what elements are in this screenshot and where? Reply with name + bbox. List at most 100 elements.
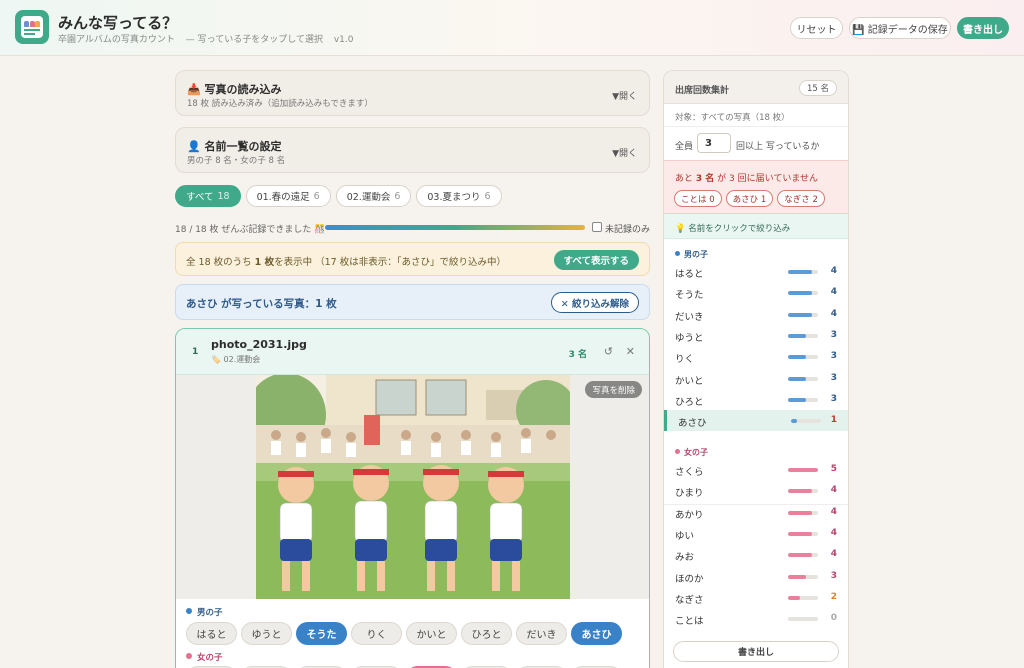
panel-export-button[interactable]: 書き出し	[673, 641, 839, 662]
count-row-name: ひろと	[675, 396, 704, 408]
panel-title: 出席回数集計	[675, 86, 730, 96]
count-row[interactable]: あさひ 1	[664, 410, 848, 432]
chip-hiroto[interactable]: ひろと	[461, 622, 512, 645]
tab-count: 18	[217, 190, 230, 202]
count-row-name: あかり	[675, 509, 704, 521]
warn-chip-asahi[interactable]: あさひ 1	[725, 190, 774, 207]
count-bar-fill	[788, 376, 806, 381]
count-row[interactable]: ほのか 3	[664, 566, 848, 587]
tab-count: 6	[313, 190, 320, 202]
tab-count: 6	[394, 190, 401, 202]
count-bar	[788, 531, 818, 536]
count-row[interactable]: はると 4	[664, 261, 848, 282]
count-value: 3	[830, 329, 837, 340]
names-card-title: 👤 名前一覧の設定	[187, 140, 282, 153]
count-row[interactable]: なぎさ 2	[664, 587, 848, 608]
count-value: 0	[830, 613, 837, 624]
count-bar-fill	[788, 333, 806, 338]
app-logo-icon	[15, 10, 49, 44]
tab-sports-day[interactable]: 02.運動会 6	[335, 185, 412, 207]
photo-tag: 🏷️ 02.運動会	[211, 355, 261, 364]
boy-dot-icon	[186, 608, 192, 614]
tab-summer-festival[interactable]: 03.夏まつり 6	[416, 185, 502, 207]
count-bar	[788, 617, 818, 622]
boys-label-text: 男の子	[197, 608, 223, 618]
count-bar	[788, 489, 818, 494]
rotate-icon[interactable]: ↺	[604, 345, 613, 358]
count-row-name: だいき	[675, 311, 704, 323]
clear-filter-button[interactable]: ✕ 絞り込み解除	[550, 292, 639, 313]
names-settings-card[interactable]: 👤 名前一覧の設定 男の子 8 名・女の子 8 名 ▼開く	[175, 127, 650, 173]
count-row[interactable]: ことは 0	[664, 608, 848, 629]
count-row[interactable]: ひろと 3	[664, 389, 848, 410]
count-value: 3	[830, 570, 837, 581]
count-row[interactable]: かいと 3	[664, 368, 848, 389]
chip-souta[interactable]: そうた	[296, 622, 347, 645]
warn-chip-kotoha[interactable]: ことは 0	[674, 190, 722, 207]
chip-riku[interactable]: りく	[351, 622, 402, 645]
reset-button[interactable]: リセット	[790, 17, 843, 39]
tab-label: 01.春の遠足	[256, 192, 310, 203]
girl-dot-icon	[675, 449, 680, 454]
photo-image[interactable]	[256, 375, 570, 599]
chip-asahi[interactable]: あさひ	[571, 622, 622, 645]
count-row[interactable]: みお 4	[664, 544, 848, 565]
unrecorded-only-checkbox[interactable]	[592, 222, 602, 232]
click-hint: 💡 名前をクリックで絞り込み	[664, 214, 848, 239]
unrecorded-only-label[interactable]: 未記録のみ	[605, 222, 650, 235]
chip-yuto[interactable]: ゆうと	[241, 622, 292, 645]
count-row[interactable]: あかり 4	[664, 502, 848, 523]
girls-label-text: 女の子	[197, 653, 223, 663]
chip-kaito[interactable]: かいと	[406, 622, 457, 645]
count-bar	[788, 510, 818, 515]
count-row-name: そうた	[675, 290, 704, 302]
save-data-button[interactable]: 💾 記録データの保存	[849, 17, 951, 39]
count-bar-fill	[788, 489, 812, 494]
count-row[interactable]: だいき 4	[664, 304, 848, 325]
warn-bold: 3 名	[695, 174, 715, 184]
tab-all[interactable]: すべて 18	[175, 185, 241, 207]
category-tabs: すべて 18 01.春の遠足 6 02.運動会 6 03.夏まつり 6	[175, 185, 502, 207]
names-card-subtitle: 男の子 8 名・女の子 8 名	[187, 156, 286, 166]
subtitle-hint: — 写っている子をタップして選択	[185, 35, 323, 45]
count-row[interactable]: さくら 5	[664, 459, 848, 480]
panel-girls-label: 女の子	[675, 447, 708, 458]
count-bar-fill	[788, 553, 812, 558]
load-card-toggle[interactable]: ▼開く	[612, 89, 637, 102]
warn-chip-nagisa[interactable]: なぎさ 2	[777, 190, 825, 207]
threshold-input[interactable]: 3	[697, 133, 731, 153]
export-header-button[interactable]: 書き出し	[957, 17, 1009, 39]
all-label: 全員	[675, 142, 694, 152]
chip-daiki[interactable]: だいき	[516, 622, 567, 645]
count-row[interactable]: そうた 4	[664, 282, 848, 303]
count-row[interactable]: ゆうと 3	[664, 325, 848, 346]
close-icon[interactable]: ✕	[626, 345, 635, 358]
count-bar	[788, 270, 818, 274]
notice-post: を表示中 （17 枚は非表示：「あさひ」で絞り込み中）	[274, 257, 506, 268]
show-all-button[interactable]: すべて表示する	[553, 250, 639, 270]
count-row[interactable]: ゆい 4	[664, 523, 848, 544]
filter-text: あさひ が写っている写真：1 枚	[186, 298, 337, 310]
warn-post: が 3 回に届いていません	[714, 174, 819, 184]
girls-group-label: 女の子	[186, 651, 223, 663]
count-row[interactable]: りく 3	[664, 346, 848, 367]
subtitle-text: 卒園アルバムの写真カウント	[58, 35, 175, 45]
delete-photo-button[interactable]: 写真を削除	[585, 381, 642, 398]
count-bar-fill	[788, 291, 812, 296]
count-row-name: ゆうと	[675, 332, 704, 344]
chip-haruto[interactable]: はると	[186, 622, 237, 645]
sports-day-illustration	[256, 375, 570, 599]
count-bar	[788, 376, 818, 381]
count-value: 3	[830, 372, 837, 383]
count-bar-fill	[788, 355, 806, 360]
names-card-toggle[interactable]: ▼開く	[612, 146, 637, 159]
count-bar	[788, 397, 818, 402]
count-row[interactable]: ひまり 4	[664, 480, 848, 501]
photo-load-card[interactable]: 📥 写真の読み込み 18 枚 読み込み済み（追加読み込みもできます） ▼開く	[175, 70, 650, 116]
warn-pre: あと	[675, 174, 696, 184]
count-bar	[788, 333, 818, 338]
count-value: 4	[830, 506, 837, 517]
count-bar-fill	[788, 531, 812, 536]
tab-spring-excursion[interactable]: 01.春の遠足 6	[245, 185, 331, 207]
photo-filename: photo_2031.jpg	[211, 338, 307, 351]
